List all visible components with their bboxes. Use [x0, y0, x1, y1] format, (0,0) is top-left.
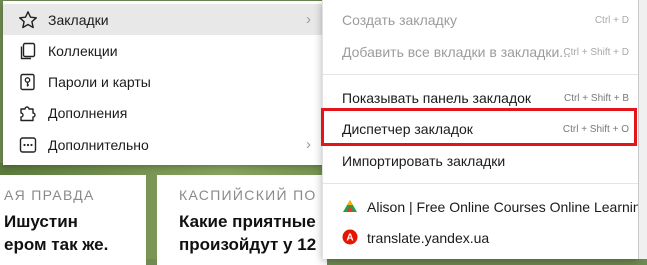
- bookmark-item-alison[interactable]: Alison | Free Online Courses Online Lear…: [323, 192, 647, 222]
- menu-item-label: translate.yandex.ua: [367, 230, 490, 246]
- yandex-translate-favicon: A: [342, 229, 358, 245]
- svg-text:A: A: [346, 233, 353, 244]
- collections-icon: [18, 41, 38, 61]
- window-edge: [638, 0, 647, 259]
- menu-item-label: Alison | Free Online Courses Online Lear…: [367, 199, 647, 215]
- menu-item-label: Пароли и карты: [48, 73, 151, 90]
- menu-item-label: Дополнения: [48, 104, 128, 121]
- news-headline-line: Ишустин: [4, 212, 78, 231]
- menu-item-extensions[interactable]: Дополнения: [3, 97, 323, 128]
- chevron-right-icon: ›: [306, 11, 311, 28]
- menu-separator: [323, 183, 638, 184]
- menu-item-collections[interactable]: Коллекции: [3, 35, 323, 66]
- chevron-right-icon: ›: [306, 136, 311, 153]
- menu-separator: [323, 74, 638, 75]
- more-icon: [18, 135, 38, 155]
- menu-item-label: Создать закладку: [342, 12, 457, 28]
- menu-item-label: Показывать панель закладок: [342, 90, 532, 106]
- main-menu: Закладки › Коллекции Пароли и карты Допо…: [3, 1, 323, 165]
- puzzle-icon: [18, 103, 38, 123]
- menu-item-label: Импортировать закладки: [342, 153, 506, 169]
- news-card[interactable]: АЯ ПРАВДА Ишустин ером так же.: [0, 175, 146, 265]
- news-card[interactable]: КАСПИЙСКИЙ ПО Какие приятные произойдут …: [157, 175, 327, 265]
- menu-item-label: Закладки: [48, 11, 109, 28]
- keyboard-shortcut: Ctrl + Shift + D: [563, 47, 629, 58]
- star-icon: [18, 10, 38, 30]
- keyboard-shortcut: Ctrl + D: [594, 15, 629, 26]
- keyboard-shortcut: Ctrl + Shift + B: [563, 93, 629, 104]
- menu-item-label: Коллекции: [48, 42, 118, 59]
- menu-item-more[interactable]: Дополнительно ›: [3, 129, 323, 160]
- news-headline-line: Какие приятные: [179, 212, 316, 231]
- menu-item-label: Добавить все вкладки в закладки...: [342, 44, 571, 60]
- news-headline-line: произойдут у 12: [179, 235, 317, 254]
- menu-item-create-bookmark[interactable]: Создать закладку Ctrl + D: [323, 5, 638, 35]
- news-source: АЯ ПРАВДА: [4, 187, 95, 203]
- news-source: КАСПИЙСКИЙ ПО: [179, 187, 317, 203]
- annotation-highlight-box: [321, 108, 637, 146]
- key-icon: [18, 72, 38, 92]
- menu-item-bookmarks[interactable]: Закладки ›: [3, 4, 323, 35]
- alison-favicon: [342, 198, 358, 214]
- menu-item-label: Дополнительно: [48, 136, 149, 153]
- news-headline-line: ером так же.: [4, 235, 109, 254]
- menu-item-import-bookmarks[interactable]: Импортировать закладки: [323, 146, 638, 176]
- menu-item-passwords[interactable]: Пароли и карты: [3, 66, 323, 97]
- bookmark-item-translate[interactable]: A translate.yandex.ua: [323, 223, 638, 253]
- menu-item-bookmark-all-tabs[interactable]: Добавить все вкладки в закладки... Ctrl …: [323, 37, 638, 67]
